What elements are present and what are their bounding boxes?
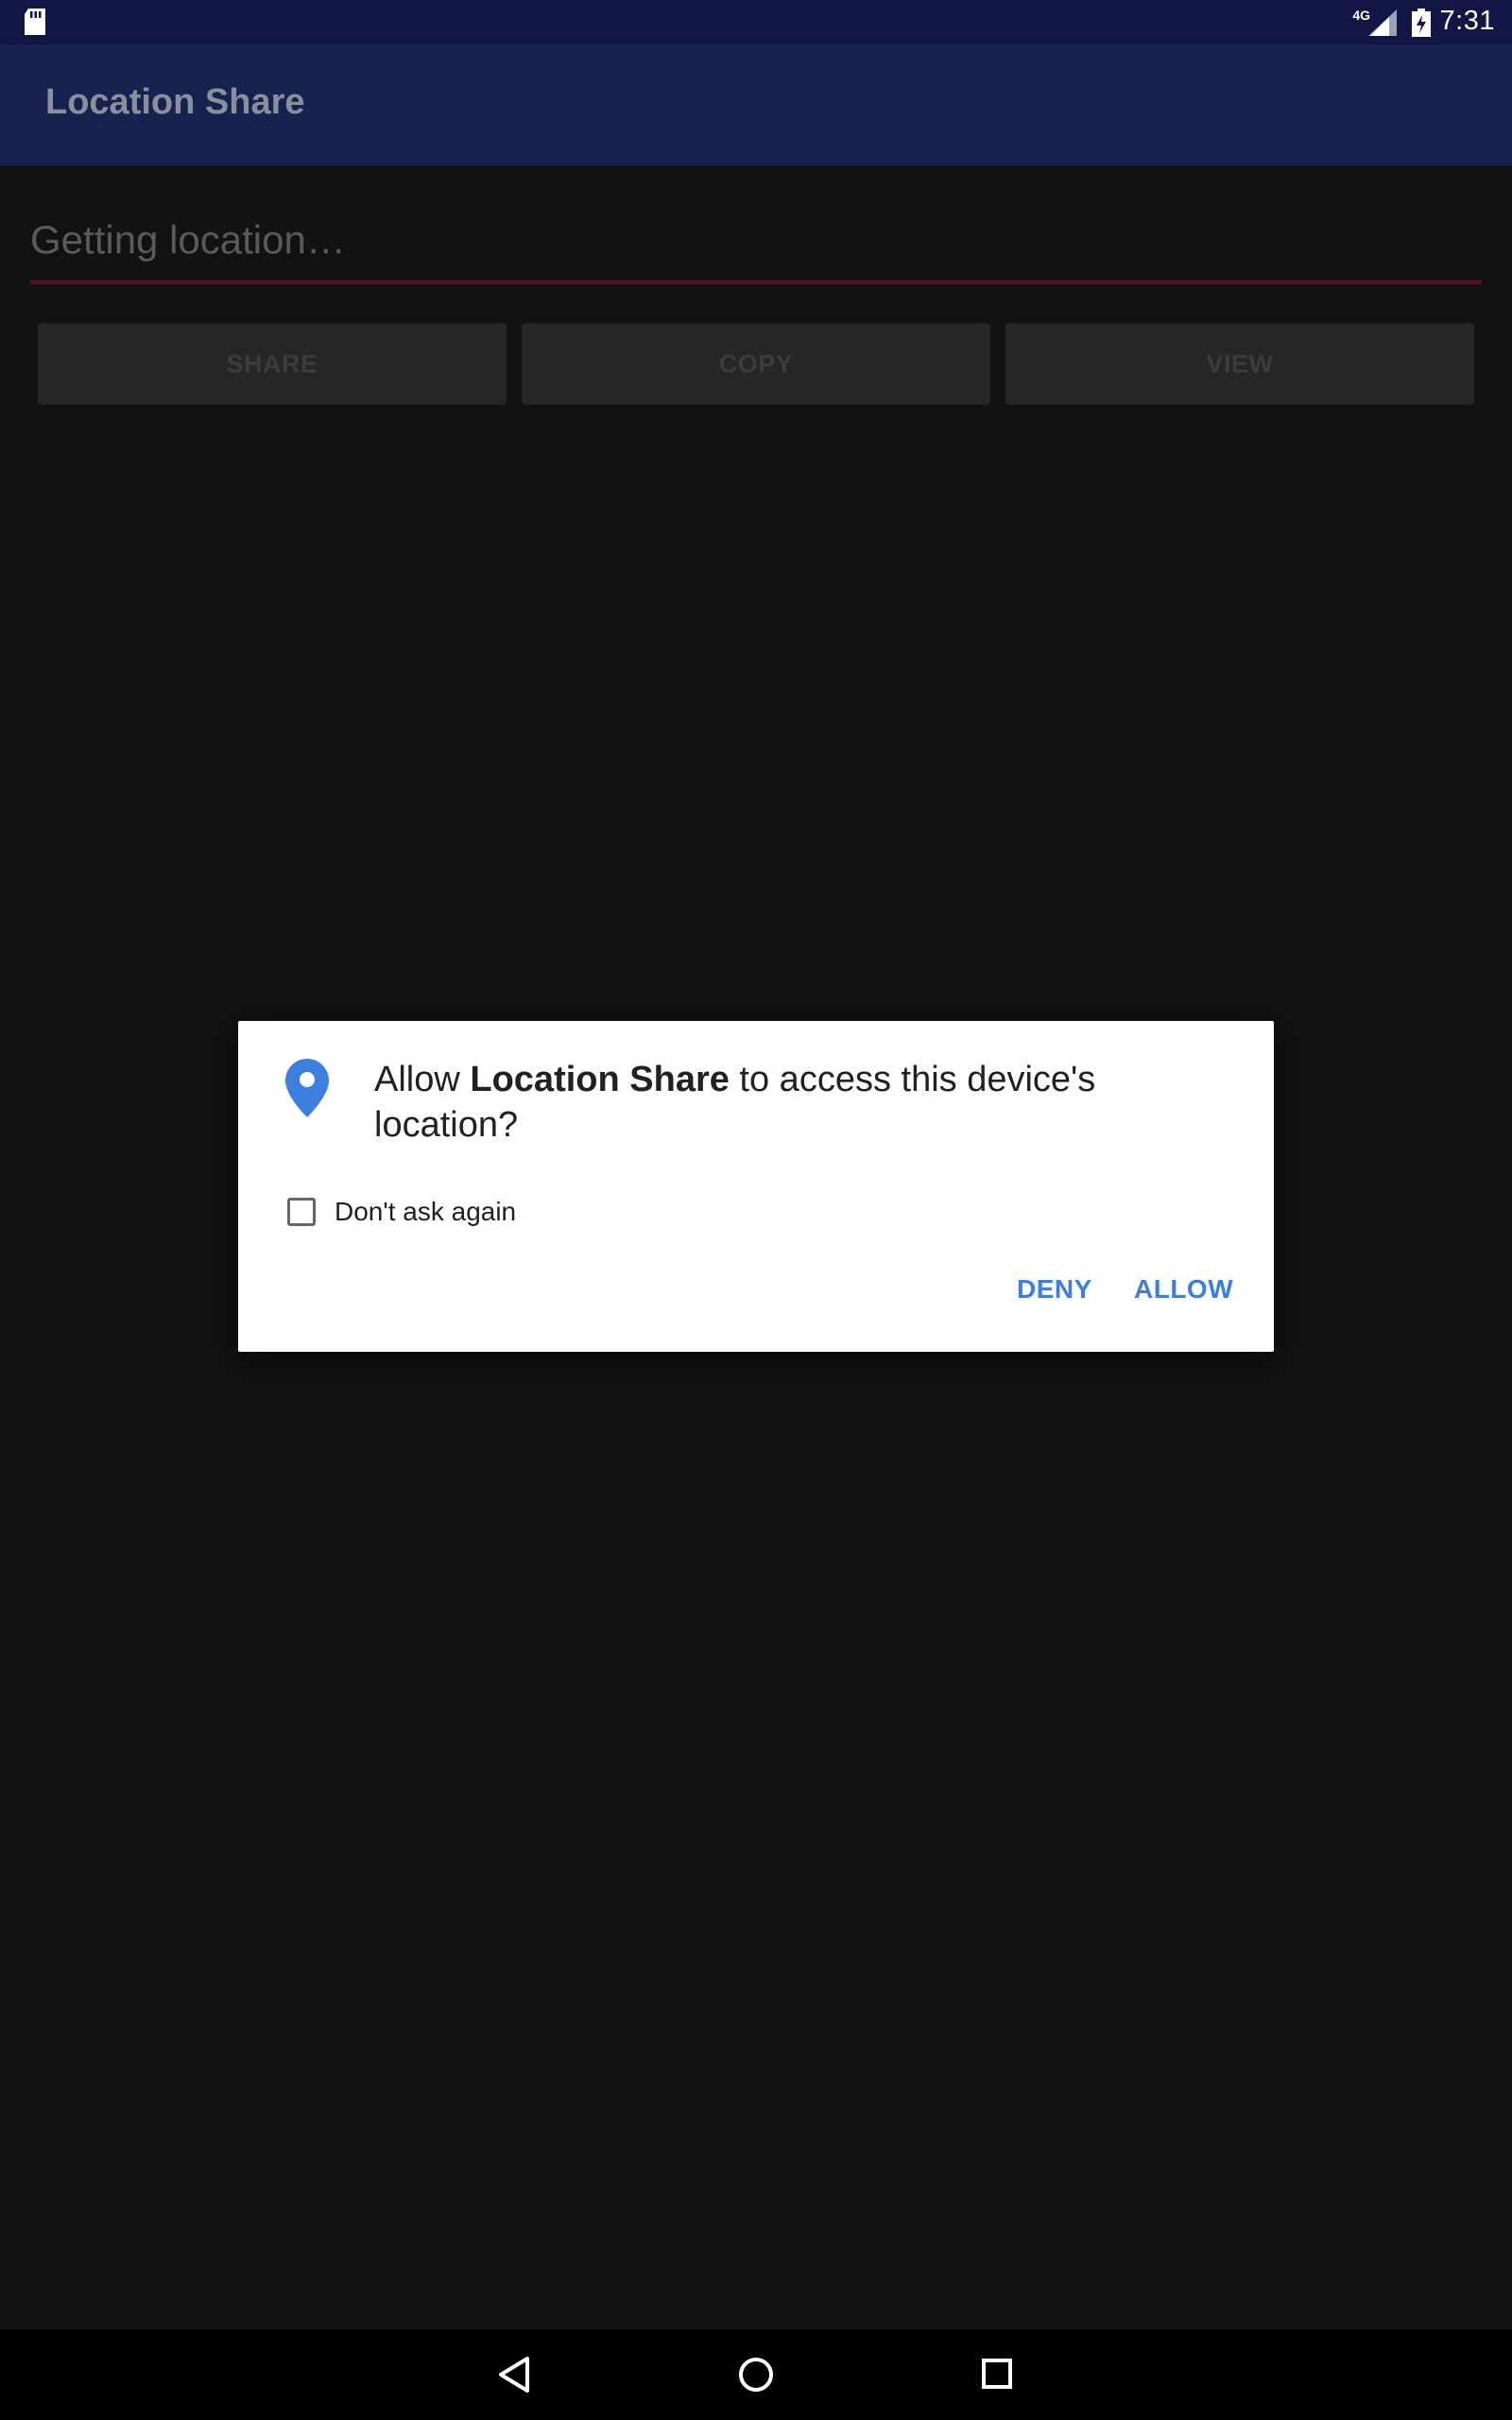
dont-ask-again-label[interactable]: Don't ask again bbox=[335, 1197, 516, 1227]
copy-button[interactable]: COPY bbox=[522, 323, 990, 405]
field-underline bbox=[30, 280, 1482, 285]
screen: 4G 7:31 Location Share Getting location…… bbox=[0, 0, 1512, 2420]
dont-ask-again-checkbox[interactable] bbox=[287, 1198, 316, 1226]
view-button[interactable]: VIEW bbox=[1005, 323, 1474, 405]
signal-icon bbox=[1368, 9, 1397, 41]
location-text: Getting location… bbox=[30, 217, 346, 262]
navigation-bar bbox=[0, 2329, 1512, 2420]
battery-charging-icon bbox=[1412, 9, 1431, 42]
app-bar: Location Share bbox=[0, 44, 1512, 165]
dont-ask-again-row[interactable]: Don't ask again bbox=[287, 1193, 516, 1231]
allow-button[interactable]: ALLOW bbox=[1134, 1274, 1233, 1305]
action-buttons: SHARE COPY VIEW bbox=[38, 323, 1474, 405]
deny-button[interactable]: DENY bbox=[1017, 1274, 1092, 1305]
message-prefix: Allow bbox=[374, 1060, 471, 1099]
dialog-message: Allow Location Share to access this devi… bbox=[374, 1057, 1225, 1148]
dialog-app-name: Location Share bbox=[470, 1060, 730, 1099]
permission-dialog: Allow Location Share to access this devi… bbox=[238, 1021, 1274, 1352]
location-pin-icon bbox=[285, 1059, 329, 1122]
status-bar: 4G 7:31 bbox=[0, 0, 1512, 44]
app-title: Location Share bbox=[45, 82, 305, 122]
location-field[interactable]: Getting location… bbox=[30, 208, 1482, 285]
sd-card-icon bbox=[23, 9, 47, 40]
back-icon[interactable] bbox=[497, 2356, 531, 2398]
recents-icon[interactable] bbox=[981, 2358, 1013, 2394]
share-button[interactable]: SHARE bbox=[38, 323, 507, 405]
clock: 7:31 bbox=[1439, 6, 1495, 36]
home-icon[interactable] bbox=[737, 2356, 775, 2398]
